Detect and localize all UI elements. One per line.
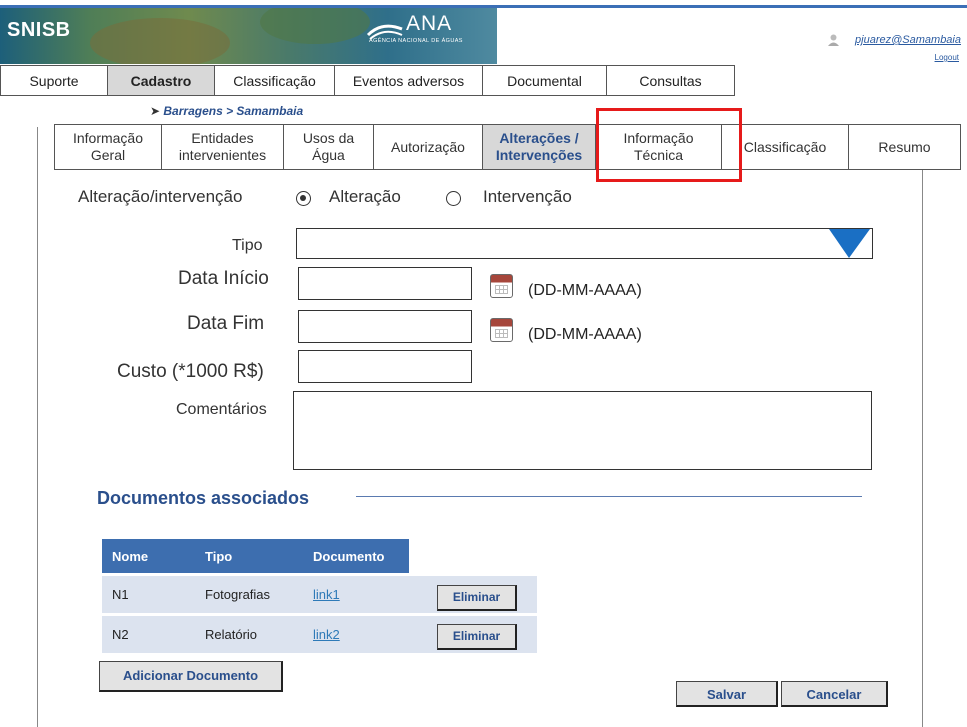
subtab-alteracoes[interactable]: Alterações / Intervenções	[482, 124, 596, 170]
tab-suporte[interactable]: Suporte	[0, 65, 108, 96]
tab-cadastro[interactable]: Cadastro	[107, 65, 215, 96]
radio-intervencao[interactable]	[446, 191, 461, 206]
eliminar-button[interactable]: Eliminar	[437, 585, 517, 611]
calendar-icon[interactable]	[490, 318, 513, 342]
highlight-box	[596, 108, 742, 182]
cancel-button[interactable]: Cancelar	[781, 681, 888, 707]
calendar-icon[interactable]	[490, 274, 513, 298]
user-icon	[828, 34, 839, 46]
data-inicio-label: Data Início	[178, 268, 269, 289]
subtab-informacao-geral[interactable]: Informação Geral	[54, 124, 162, 170]
date-format-hint: (DD-MM-AAAA)	[528, 282, 642, 299]
col-documento: Documento	[303, 539, 409, 575]
data-fim-label: Data Fim	[187, 313, 265, 334]
cell-tipo: Fotografias	[195, 573, 303, 615]
data-inicio-input[interactable]	[298, 267, 472, 300]
logo-text: ANA	[406, 12, 453, 35]
save-button[interactable]: Salvar	[676, 681, 778, 707]
alteracao-label: Alteração/intervenção	[78, 187, 243, 206]
cell-documento: link1	[303, 573, 409, 615]
cell-documento: link2	[303, 613, 409, 653]
tab-consultas[interactable]: Consultas	[606, 65, 735, 96]
eliminar-button[interactable]: Eliminar	[437, 624, 517, 650]
logo-subtitle: AGÊNCIA NACIONAL DE ÁGUAS	[369, 38, 463, 44]
brand-title: SNISB	[7, 19, 71, 41]
tab-classificacao[interactable]: Classificação	[214, 65, 335, 96]
breadcrumb-arrow-icon: ➤	[150, 104, 164, 118]
cell-nome: N1	[102, 573, 195, 615]
date-format-hint: (DD-MM-AAAA)	[528, 326, 642, 343]
breadcrumb: ➤ Barragens > Samambaia	[150, 104, 304, 118]
tipo-select[interactable]	[296, 228, 873, 259]
section-divider	[356, 496, 862, 497]
radio-alteracao[interactable]	[296, 191, 311, 206]
subtab-resumo[interactable]: Resumo	[848, 124, 961, 170]
col-nome: Nome	[102, 539, 195, 575]
data-fim-input[interactable]	[298, 310, 472, 343]
subtab-autorizacao[interactable]: Autorização	[373, 124, 483, 170]
logout-link[interactable]: Logout	[935, 53, 959, 62]
col-tipo: Tipo	[195, 539, 303, 575]
document-link[interactable]: link1	[313, 587, 340, 602]
custo-label: Custo (*1000 R$)	[117, 361, 264, 382]
radio-intervencao-label: Intervenção	[483, 187, 572, 206]
cell-tipo: Relatório	[195, 613, 303, 653]
chevron-down-icon	[829, 229, 870, 258]
document-link[interactable]: link2	[313, 627, 340, 642]
documentos-title: Documentos associados	[97, 488, 310, 508]
radio-alteracao-label: Alteração	[329, 187, 401, 206]
tab-eventos-adversos[interactable]: Eventos adversos	[334, 65, 483, 96]
subtab-usos-agua[interactable]: Usos da Água	[283, 124, 374, 170]
cell-nome: N2	[102, 613, 195, 653]
custo-input[interactable]	[298, 350, 472, 383]
tab-documental[interactable]: Documental	[482, 65, 607, 96]
comentarios-textarea[interactable]	[293, 391, 872, 470]
tipo-label: Tipo	[232, 237, 263, 254]
table-header: Nome Tipo Documento	[102, 539, 537, 575]
subtab-entidades[interactable]: Entidades intervenientes	[161, 124, 284, 170]
adicionar-documento-button[interactable]: Adicionar Documento	[99, 661, 283, 692]
comentarios-label: Comentários	[176, 401, 267, 418]
user-link[interactable]: pjuarez@Samambaia	[855, 34, 961, 46]
